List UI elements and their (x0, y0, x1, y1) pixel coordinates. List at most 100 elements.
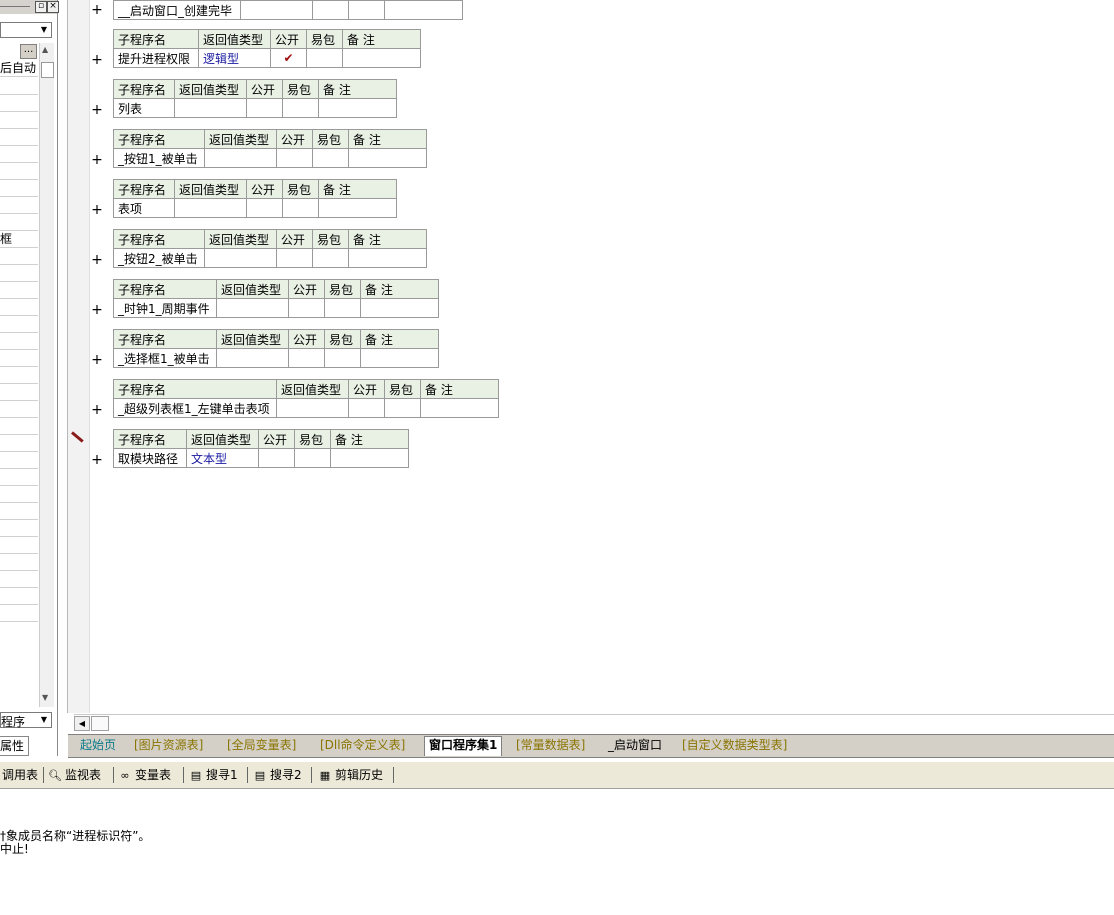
event-selector[interactable]: 程序 ▼ (0, 712, 52, 729)
tab-window-program-set[interactable]: 窗口程序集1 (424, 736, 503, 756)
property-row[interactable] (0, 112, 38, 129)
call-table-button[interactable]: 调用表 (2, 766, 38, 784)
property-row[interactable] (0, 214, 38, 231)
public-check-icon[interactable]: ✔ (270, 48, 307, 68)
subroutine-name[interactable]: _超级列表框1_左键单击表项 (113, 398, 277, 418)
search1-button[interactable]: ▤ 搜寻1 (189, 766, 238, 784)
tab-constants[interactable]: [常量数据表] (512, 737, 589, 754)
property-row[interactable] (0, 401, 38, 418)
property-row[interactable] (0, 146, 38, 163)
header-public: 公开 (270, 29, 307, 49)
return-type[interactable]: 逻辑型 (198, 48, 271, 68)
chevron-down-icon: ▼ (40, 715, 48, 724)
subroutine-table: 子程序名 返回值类型 公开 易包 备 注 _超级列表框1_左键单击表项 (113, 379, 499, 418)
search-doc-icon: ▤ (254, 769, 266, 782)
subroutine-name[interactable]: _按钮1_被单击 (113, 148, 205, 168)
horizontal-scrollbar[interactable]: ◀ (74, 714, 1114, 732)
property-row[interactable] (0, 333, 38, 350)
expand-icon[interactable]: + (91, 353, 103, 367)
property-row[interactable] (0, 520, 38, 537)
property-row[interactable] (0, 452, 38, 469)
property-row[interactable] (0, 248, 38, 265)
output-panel: †象成员名称“进程标识符”。 中止! (0, 790, 1114, 915)
expand-icon[interactable]: + (91, 453, 103, 467)
property-scrollbar[interactable]: ▲ ▼ (39, 43, 54, 707)
expand-icon[interactable]: + (91, 153, 103, 167)
subroutine-name[interactable]: 列表 (113, 98, 175, 118)
expand-icon[interactable]: + (91, 203, 103, 217)
tab-properties[interactable]: 属性 (0, 736, 29, 756)
expand-icon[interactable]: + (91, 253, 103, 267)
scroll-left-icon[interactable]: ◀ (74, 716, 90, 731)
return-type[interactable]: 文本型 (186, 448, 259, 468)
property-grid: 后自动 框 (0, 43, 38, 653)
property-row[interactable] (0, 537, 38, 554)
subroutine-table: 子程序名 返回值类型 公开 易包 备 注 _选择框1_被单击 (113, 329, 439, 368)
search2-button[interactable]: ▤ 搜寻2 (253, 766, 302, 784)
subroutine-table: 子程序名 返回值类型 公开 易包 备 注 _按钮1_被单击 (113, 129, 427, 168)
subroutine-table: 子程序名 返回值类型 公开 易包 备 注 提升进程权限 逻辑型 ✔ (113, 29, 421, 68)
subroutine-table: 子程序名 返回值类型 公开 易包 备 注 表项 (113, 179, 397, 218)
subroutine-name[interactable]: 提升进程权限 (113, 48, 199, 68)
property-row[interactable] (0, 163, 38, 180)
property-row[interactable]: 框 (0, 231, 38, 248)
property-row[interactable] (0, 197, 38, 214)
property-row[interactable] (0, 418, 38, 435)
subroutine-name[interactable]: 取模块路径 (113, 448, 187, 468)
subroutine-name[interactable]: _选择框1_被单击 (113, 348, 217, 368)
close-panel-button[interactable]: × (47, 1, 59, 13)
object-selector[interactable]: ▼ (0, 22, 52, 38)
property-row[interactable] (0, 605, 38, 622)
property-row[interactable] (0, 486, 38, 503)
property-row[interactable] (0, 129, 38, 146)
expand-icon[interactable]: + (91, 3, 103, 17)
property-row[interactable] (0, 435, 38, 452)
property-row[interactable] (0, 265, 38, 282)
clipboard-icon: ▦ (319, 769, 331, 782)
property-panel-header: ▫ × (0, 0, 59, 14)
property-row[interactable] (0, 299, 38, 316)
subroutine-table: 子程序名 返回值类型 公开 易包 备 注 取模块路径 文本型 (113, 429, 409, 468)
expand-icon[interactable]: + (91, 53, 103, 67)
float-panel-button[interactable]: ▫ (35, 1, 47, 13)
property-row[interactable] (0, 571, 38, 588)
tab-global-variables[interactable]: [全局变量表] (223, 737, 300, 754)
property-row[interactable] (0, 554, 38, 571)
property-row[interactable] (0, 384, 38, 401)
property-row[interactable] (0, 316, 38, 333)
property-row[interactable] (0, 282, 38, 299)
property-row[interactable] (0, 180, 38, 197)
subroutine-name[interactable]: _按钮2_被单击 (113, 248, 205, 268)
scroll-up-icon[interactable]: ▲ (42, 45, 48, 54)
expand-icon[interactable]: + (91, 303, 103, 317)
scroll-down-icon[interactable]: ▼ (42, 693, 48, 702)
search-doc-icon: ▤ (190, 769, 202, 782)
tab-start-window[interactable]: _启动窗口 (604, 737, 666, 754)
property-row[interactable] (0, 78, 38, 95)
property-row[interactable]: 后自动 (0, 60, 38, 77)
scroll-thumb[interactable] (41, 62, 54, 78)
expand-icon[interactable]: + (91, 403, 103, 417)
clip-history-button[interactable]: ▦ 剪辑历史 (318, 766, 383, 784)
property-row[interactable] (0, 95, 38, 112)
subroutine-name[interactable]: _时钟1_周期事件 (113, 298, 217, 318)
property-row[interactable] (0, 588, 38, 605)
variable-table-button[interactable]: ∞ 变量表 (118, 766, 171, 784)
scroll-thumb[interactable] (91, 716, 109, 731)
property-panel: ▫ × ▼ ... 后自动 框 ▲ ▼ 程序 ▼ 属性 (0, 0, 59, 756)
property-row[interactable] (0, 350, 38, 367)
expand-icon[interactable]: + (91, 103, 103, 117)
property-row[interactable] (0, 503, 38, 520)
tab-image-resources[interactable]: [图片资源表] (130, 737, 207, 754)
tab-dll-commands[interactable]: [Dll命令定义表] (316, 737, 409, 754)
property-row[interactable] (0, 367, 38, 384)
tab-start-page[interactable]: 起始页 (76, 737, 120, 754)
tab-custom-types[interactable]: [自定义数据类型表] (678, 737, 791, 754)
watch-table-button[interactable]: 🔍︎ 监视表 (48, 766, 101, 784)
subroutine-name[interactable]: 表项 (113, 198, 175, 218)
subroutine-table: 子程序名 返回值类型 公开 易包 备 注 _按钮2_被单击 (113, 229, 427, 268)
property-row[interactable] (0, 469, 38, 486)
file-tab-bar: 起始页 [图片资源表] [全局变量表] [Dll命令定义表] 窗口程序集1 [常… (68, 734, 1114, 758)
bottom-toolbar: 调用表 🔍︎ 监视表 ∞ 变量表 ▤ 搜寻1 ▤ 搜寻2 ▦ 剪辑历史 (0, 762, 1114, 789)
subroutine-name[interactable]: __启动窗口_创建完毕 (113, 0, 241, 20)
